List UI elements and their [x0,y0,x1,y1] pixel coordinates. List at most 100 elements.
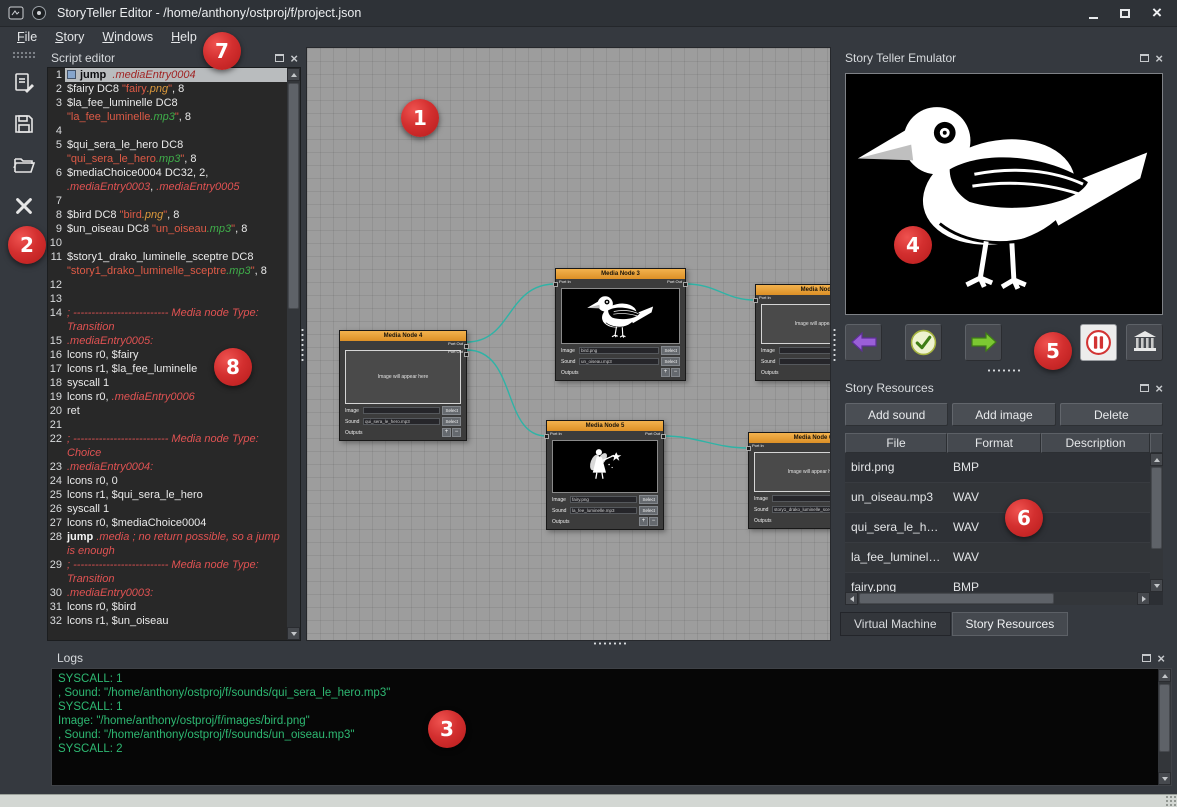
menu-story[interactable]: Story [46,28,93,46]
close-panel-icon[interactable]: × [1157,654,1165,663]
column-header-description[interactable]: Description [1041,433,1150,453]
code-line[interactable]: 4 [48,124,287,138]
node-select-image-button[interactable]: Select [661,346,680,355]
new-script-button[interactable] [7,66,41,100]
delete-button[interactable]: Delete [1060,403,1163,426]
output-port[interactable] [661,434,666,439]
input-port[interactable] [544,434,549,439]
code-line[interactable]: 31lcons r0, $bird [48,600,287,614]
splitter-handle[interactable] [832,328,837,362]
float-panel-icon[interactable] [1140,384,1149,392]
code-line[interactable]: 7 [48,194,287,208]
close-panel-icon[interactable]: × [1155,384,1163,393]
back-button[interactable] [845,324,882,361]
table-hscrollbar[interactable] [845,592,1150,605]
resource-row[interactable]: la_fee_luminelle.mp3WAV [845,543,1150,573]
close-button[interactable]: × [1149,5,1165,21]
code-line[interactable]: 1jump .mediaEntry0004 [48,68,287,82]
code-line[interactable]: 11$story1_drako_luminelle_sceptre DC8 "s… [48,250,287,278]
maximize-button[interactable] [1117,5,1133,21]
column-header-file[interactable]: File [845,433,947,453]
code-line[interactable]: 20ret [48,404,287,418]
ok-button[interactable] [905,324,942,361]
node-select-sound-button[interactable]: Select [639,506,658,515]
code-line[interactable]: 14; -------------------------- Media nod… [48,306,287,334]
splitter-handle[interactable] [300,328,305,362]
code-line[interactable]: 18syscall 1 [48,376,287,390]
splitter-handle[interactable] [593,641,627,646]
code-line[interactable]: 32lcons r1, $un_oiseau [48,614,287,628]
output-port[interactable] [464,344,469,349]
node-add-output-button[interactable]: + [661,368,670,377]
node-select-sound-button[interactable]: Select [442,417,461,426]
code-line[interactable]: 9$un_oiseau DC8 "un_oiseau.mp3", 8 [48,222,287,236]
input-port[interactable] [753,298,758,303]
scroll-right-icon[interactable] [1137,592,1150,605]
scroll-up-icon[interactable] [287,68,300,81]
code-line[interactable]: 19lcons r0, .mediaEntry0006 [48,390,287,404]
scroll-up-icon[interactable] [1158,669,1171,682]
close-panel-icon[interactable]: × [290,54,298,63]
node-remove-output-button[interactable]: − [671,368,680,377]
add-sound-button[interactable]: Add sound [845,403,948,426]
next-button[interactable] [965,324,1002,361]
close-project-button[interactable] [7,189,41,223]
graph-node[interactable]: Media Node 6Image will appear hereImageS… [748,432,831,529]
scrollbar-handle[interactable] [1151,467,1162,549]
input-port[interactable] [553,282,558,287]
code-line[interactable]: 21 [48,418,287,432]
splitter-handle[interactable] [987,368,1021,373]
menu-help[interactable]: Help [162,28,206,46]
code-line[interactable]: 29; -------------------------- Media nod… [48,558,287,586]
table-vscrollbar[interactable] [1150,453,1163,592]
code-lines[interactable]: 1jump .mediaEntry00042$fairy DC8 "fairy.… [48,68,287,640]
output-port[interactable] [683,282,688,287]
tab-story-resources[interactable]: Story Resources [952,612,1069,636]
float-panel-icon[interactable] [275,54,284,62]
code-line[interactable]: 23.mediaEntry0004: [48,460,287,474]
code-line[interactable]: 16lcons r0, $fairy [48,348,287,362]
save-button[interactable] [7,107,41,141]
graph-node[interactable]: Media Node 2Image will appear hereImageS… [755,284,831,381]
column-header-format[interactable]: Format [947,433,1041,453]
logs-scrollbar[interactable] [1158,669,1171,785]
toolbar-grip[interactable] [12,51,36,58]
add-image-button[interactable]: Add image [952,403,1055,426]
code-line[interactable]: 25lcons r1, $qui_sera_le_hero [48,488,287,502]
graph-node[interactable]: Media Node 5Imagefairy.pngSelectSoundla_… [546,420,664,530]
scroll-up-icon[interactable] [1150,453,1163,466]
scroll-left-icon[interactable] [845,592,858,605]
code-line[interactable]: 3$la_fee_luminelle DC8 "la_fee_luminelle… [48,96,287,124]
code-line[interactable]: 15.mediaEntry0005: [48,334,287,348]
minimize-button[interactable] [1085,5,1101,21]
node-select-image-button[interactable]: Select [639,495,658,504]
float-panel-icon[interactable] [1140,54,1149,62]
code-line[interactable]: 24lcons r0, 0 [48,474,287,488]
resource-row[interactable]: un_oiseau.mp3WAV [845,483,1150,513]
resize-grip[interactable] [1165,795,1176,806]
node-add-output-button[interactable]: + [442,428,451,437]
code-line[interactable]: 6$mediaChoice0004 DC32, 2, .mediaEntry00… [48,166,287,194]
scroll-down-icon[interactable] [1150,579,1163,592]
close-panel-icon[interactable]: × [1155,54,1163,63]
node-remove-output-button[interactable]: − [452,428,461,437]
scroll-down-icon[interactable] [287,627,300,640]
scrollbar-handle[interactable] [859,593,1054,604]
code-line[interactable]: 13 [48,292,287,306]
code-line[interactable]: 2$fairy DC8 "fairy.png", 8 [48,82,287,96]
code-line[interactable]: 22; -------------------------- Media nod… [48,432,287,460]
code-line[interactable]: 30.mediaEntry0003: [48,586,287,600]
float-panel-icon[interactable] [1142,654,1151,662]
scrollbar-handle[interactable] [288,83,299,309]
scroll-down-icon[interactable] [1158,772,1171,785]
resource-row[interactable]: qui_sera_le_hero.mp3WAV [845,513,1150,543]
menu-file[interactable]: File [8,28,46,46]
node-add-output-button[interactable]: + [639,517,648,526]
code-line[interactable]: 8$bird DC8 "bird.png", 8 [48,208,287,222]
graph-node[interactable]: Media Node 3Imagebird.pngSelectSoundun_o… [555,268,686,381]
pause-button[interactable] [1080,324,1117,361]
editor-scrollbar[interactable] [287,68,300,640]
menu-windows[interactable]: Windows [93,28,162,46]
resource-row[interactable]: fairy.pngBMP [845,573,1150,592]
code-line[interactable]: 10 [48,236,287,250]
